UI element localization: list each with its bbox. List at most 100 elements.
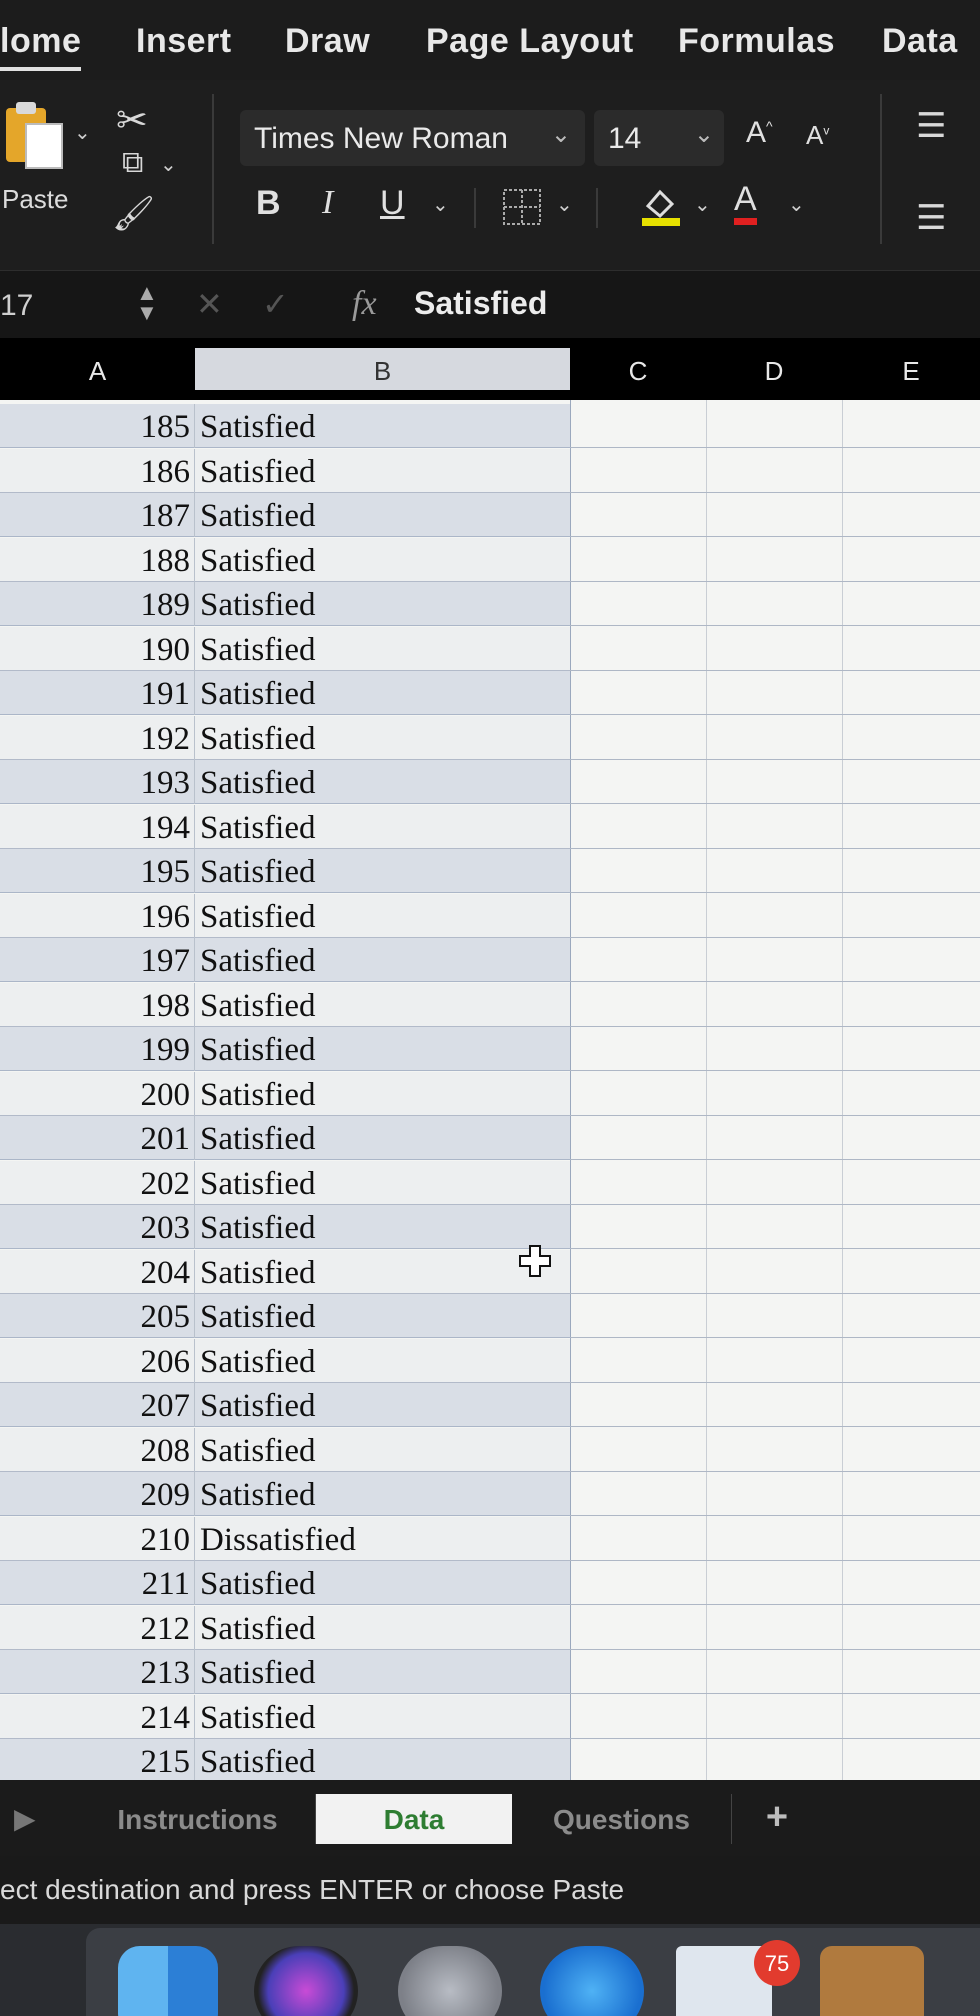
table-row[interactable]: 199 Satisfied (0, 1027, 980, 1071)
table-row[interactable]: 200 Satisfied (0, 1071, 980, 1116)
name-box-stepper-icon[interactable]: ▲ ▼ (136, 282, 158, 324)
satisfaction-value: Satisfied (200, 1121, 316, 1157)
table-row[interactable]: 193 Satisfied (0, 760, 980, 804)
table-row[interactable]: 190 Satisfied (0, 626, 980, 671)
dock: 75 (0, 1924, 980, 2016)
borders-chevron-down-icon[interactable]: ⌄ (556, 192, 573, 217)
italic-button[interactable]: I (322, 184, 333, 222)
table-row[interactable]: 191 Satisfied (0, 671, 980, 715)
enter-check-icon[interactable]: ✓ (262, 285, 289, 323)
format-painter-icon[interactable]: 🖌 (112, 194, 155, 234)
sheet-scroll-right-icon[interactable]: ▶ (14, 1802, 36, 1835)
response-id: 201 (140, 1121, 191, 1157)
sheet-tab-instructions[interactable]: Instructions (80, 1794, 316, 1844)
formula-input[interactable]: Satisfied (414, 285, 547, 322)
sheet-tab-data[interactable]: Data (316, 1794, 512, 1844)
tab-insert[interactable]: Insert (136, 22, 232, 61)
align-top-icon[interactable]: ☰ (916, 106, 946, 146)
tab-data[interactable]: Data (882, 22, 958, 61)
table-row[interactable]: 208 Satisfied (0, 1427, 980, 1472)
borders-icon[interactable] (502, 188, 542, 226)
table-row[interactable]: 194 Satisfied (0, 804, 980, 849)
siri-icon[interactable] (254, 1946, 358, 2016)
fill-color-icon[interactable] (640, 184, 682, 228)
add-sheet-button[interactable]: + (742, 1794, 812, 1844)
column-header-b[interactable]: B (195, 348, 570, 390)
table-row[interactable]: 202 Satisfied (0, 1160, 980, 1205)
table-row[interactable]: 209 Satisfied (0, 1472, 980, 1516)
table-row[interactable]: 195 Satisfied (0, 849, 980, 893)
underline-button[interactable]: U (380, 184, 405, 223)
table-row[interactable]: 206 Satisfied (0, 1338, 980, 1383)
response-id: 208 (140, 1432, 191, 1469)
satisfaction-value: Satisfied (200, 854, 316, 890)
table-row[interactable]: 203 Satisfied (0, 1205, 980, 1249)
table-row[interactable]: 185 Satisfied (0, 404, 980, 448)
response-id: 186 (140, 453, 191, 490)
launchpad-rocket-icon[interactable] (398, 1946, 502, 2016)
fill-color-chevron-down-icon[interactable]: ⌄ (694, 192, 711, 217)
font-name-dropdown[interactable]: Times New Roman ⌄ (240, 110, 585, 166)
copy-icon[interactable]: ⧉ (122, 146, 143, 180)
table-row[interactable]: 205 Satisfied (0, 1294, 980, 1338)
satisfaction-value: Satisfied (200, 1254, 316, 1291)
column-header-c[interactable]: C (570, 348, 706, 390)
tab-draw[interactable]: Draw (285, 22, 370, 61)
bold-button[interactable]: B (256, 184, 281, 223)
table-row[interactable]: 187 Satisfied (0, 493, 980, 537)
satisfaction-value: Satisfied (200, 765, 316, 801)
response-id: 189 (140, 587, 191, 623)
font-name-value: Times New Roman (254, 122, 508, 155)
table-row[interactable]: 212 Satisfied (0, 1605, 980, 1650)
satisfaction-value: Satisfied (200, 809, 316, 846)
safari-compass-icon[interactable] (540, 1946, 644, 2016)
sheet-tab-questions[interactable]: Questions (512, 1794, 732, 1844)
insert-function-icon[interactable]: fx (352, 285, 377, 323)
font-chevron-down-icon: ⌄ (550, 121, 571, 148)
paste-label[interactable]: Paste (2, 184, 69, 215)
finder-icon[interactable] (118, 1946, 218, 2016)
table-row[interactable]: 196 Satisfied (0, 893, 980, 938)
table-row[interactable]: 189 Satisfied (0, 582, 980, 626)
column-header-e[interactable]: E (842, 348, 980, 390)
table-row[interactable]: 211 Satisfied (0, 1561, 980, 1605)
font-color-button[interactable]: A (734, 180, 757, 225)
spreadsheet-grid[interactable]: 185 Satisfied 186 Satisfied 187 Satisfied 188 S… (0, 400, 980, 1780)
tab-formulas[interactable]: Formulas (678, 22, 835, 61)
response-id: 202 (140, 1165, 191, 1202)
font-size-dropdown[interactable]: 14 ⌄ (594, 110, 724, 166)
tab-home[interactable]: lome (0, 22, 82, 71)
align-left-icon[interactable]: ☰ (916, 198, 946, 238)
name-box[interactable]: 17 (0, 289, 33, 323)
decrease-font-size-icon[interactable]: Av (806, 120, 829, 151)
paste-options-chevron-down-icon[interactable]: ⌄ (74, 120, 91, 145)
paste-icon[interactable] (4, 102, 66, 170)
response-id: 194 (140, 809, 191, 846)
underline-chevron-down-icon[interactable]: ⌄ (432, 192, 449, 217)
table-row[interactable]: 188 Satisfied (0, 537, 980, 582)
table-row[interactable]: 204 Satisfied (0, 1249, 980, 1294)
copy-chevron-down-icon[interactable]: ⌄ (160, 152, 177, 177)
increase-font-size-icon[interactable]: A^ (746, 116, 773, 150)
table-row[interactable]: 213 Satisfied (0, 1650, 980, 1694)
table-row[interactable]: 207 Satisfied (0, 1383, 980, 1427)
table-row[interactable]: 197 Satisfied (0, 938, 980, 982)
table-row[interactable]: 214 Satisfied (0, 1694, 980, 1739)
response-id: 215 (140, 1744, 191, 1780)
table-row[interactable]: 186 Satisfied (0, 448, 980, 493)
column-header-d[interactable]: D (706, 348, 842, 390)
satisfaction-value: Satisfied (200, 1432, 316, 1469)
font-color-chevron-down-icon[interactable]: ⌄ (788, 192, 805, 217)
table-row[interactable]: 201 Satisfied (0, 1116, 980, 1160)
column-header-a[interactable]: A (0, 348, 195, 390)
cut-icon[interactable]: ✂ (116, 98, 148, 143)
table-row[interactable]: 198 Satisfied (0, 982, 980, 1027)
table-row[interactable]: 192 Satisfied (0, 715, 980, 760)
satisfaction-value: Satisfied (200, 587, 316, 623)
tab-page-layout[interactable]: Page Layout (426, 22, 634, 61)
table-row[interactable]: 210 Dissatisfied (0, 1516, 980, 1561)
notes-book-icon[interactable] (820, 1946, 924, 2016)
table-row[interactable]: 215 Satisfied (0, 1739, 980, 1780)
ribbon-divider (596, 188, 598, 228)
cancel-icon[interactable]: ✕ (196, 285, 223, 323)
